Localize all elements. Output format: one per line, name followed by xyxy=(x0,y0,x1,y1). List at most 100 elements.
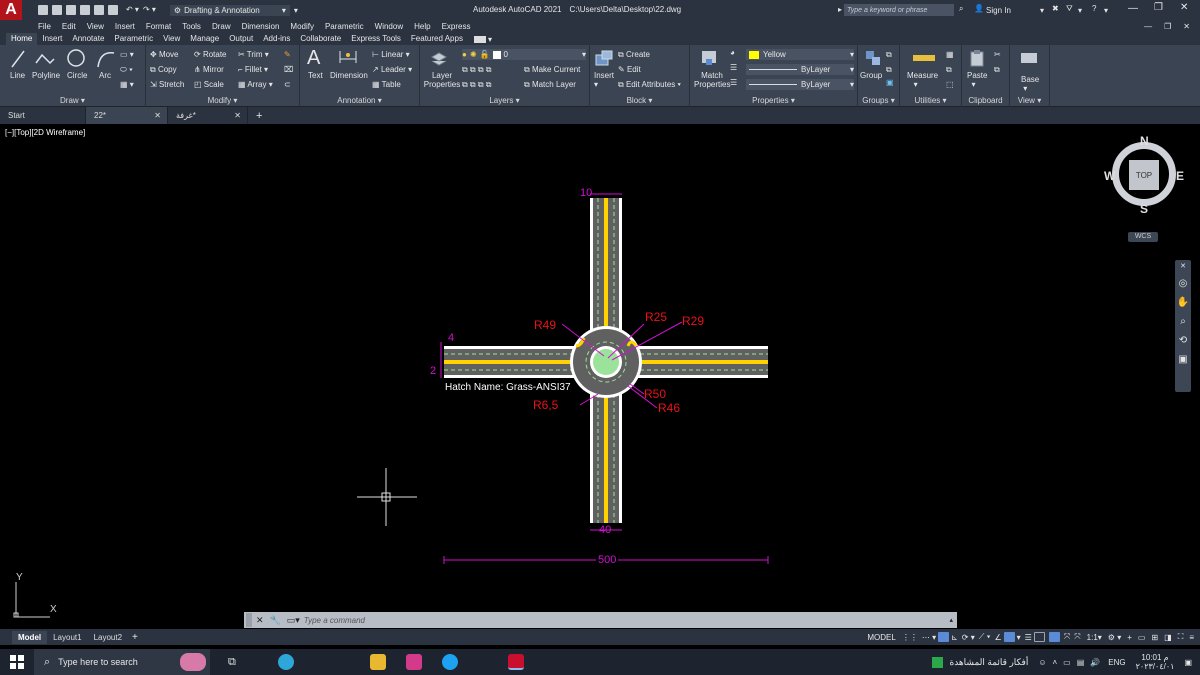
command-customize-icon[interactable]: 🔧 xyxy=(270,615,281,626)
ribbon-tab-output[interactable]: Output xyxy=(224,33,258,45)
boundary-icon[interactable]: ▦ ▾ xyxy=(120,80,134,89)
ribbon-tab-parametric[interactable]: Parametric xyxy=(109,33,158,45)
menu-item-window[interactable]: Window xyxy=(375,22,403,31)
annotation-scale-value[interactable]: 1:1 xyxy=(1087,633,1098,642)
ribbon-tab-add-ins[interactable]: Add-ins xyxy=(258,33,295,45)
tab-start[interactable]: Start xyxy=(0,107,86,124)
customization-icon[interactable]: ≡ xyxy=(1189,633,1194,642)
lineweight-toggle-icon[interactable]: ☰ xyxy=(1025,633,1032,642)
mirror-button[interactable]: ⋔ Mirror xyxy=(194,65,224,74)
hatch-icon[interactable]: ⬭ ▾ xyxy=(120,65,133,75)
linear-button[interactable]: ⊢ Linear ▾ xyxy=(372,50,410,59)
match-properties-icon[interactable] xyxy=(700,49,718,67)
tab-close-icon[interactable]: ✕ xyxy=(234,107,241,124)
tab-close-icon[interactable]: ✕ xyxy=(154,107,161,124)
chevron-down-icon[interactable]: ▾ xyxy=(1017,633,1021,642)
cut-icon[interactable]: ✂ xyxy=(994,50,1001,59)
color-dropdown[interactable]: Yellow ▾ xyxy=(746,49,854,60)
web-mobile-icon[interactable] xyxy=(94,5,104,15)
select-all-icon[interactable]: ⬚ xyxy=(946,80,954,89)
user-icon[interactable]: 👤 xyxy=(974,4,984,13)
lineweight-dropdown[interactable]: ByLayer ▾ xyxy=(746,64,854,75)
save-as-icon[interactable] xyxy=(80,5,90,15)
roundabout[interactable] xyxy=(570,326,642,398)
ribbon-tab-home[interactable]: Home xyxy=(6,33,38,45)
menu-item-help[interactable]: Help xyxy=(414,22,430,31)
ribbon-tab-express-tools[interactable]: Express Tools xyxy=(346,33,406,45)
network-icon[interactable]: ▤ xyxy=(1077,658,1085,667)
linetype-dropdown[interactable]: ByLayer ▾ xyxy=(746,79,854,90)
arc-icon[interactable] xyxy=(96,49,116,69)
match-properties-button[interactable]: Match Properties xyxy=(694,71,730,89)
command-line-grip[interactable] xyxy=(246,613,252,627)
dimension-10[interactable]: 10 xyxy=(580,187,592,199)
radius-label-r49[interactable]: R49 xyxy=(534,318,556,332)
menu-item-modify[interactable]: Modify xyxy=(290,22,314,31)
chevron-down-icon[interactable]: ▾ xyxy=(1040,6,1044,15)
polar-icon[interactable]: ⊾ xyxy=(951,633,958,642)
battery-icon[interactable]: ▭ xyxy=(1063,658,1071,667)
snap-icon[interactable]: ⋯ ▾ xyxy=(922,633,936,642)
ungroup-icon[interactable]: ⧉ xyxy=(886,50,892,60)
radius-label-r25[interactable]: R25 xyxy=(645,310,667,324)
open-file-icon[interactable] xyxy=(52,5,62,15)
undo-icon[interactable]: ↶ ▾ xyxy=(126,5,139,15)
group-edit-icon[interactable]: ⧉ xyxy=(886,65,892,75)
trim-button[interactable]: ✂ Trim ▾ xyxy=(238,50,269,59)
edge-icon[interactable] xyxy=(277,654,294,670)
dimension-4[interactable]: 4 xyxy=(448,332,454,344)
windows-start-icon[interactable] xyxy=(10,655,24,669)
workspace-dropdown[interactable]: ⚙ Drafting & Annotation ▾ xyxy=(169,4,290,16)
ribbon-tab-manage[interactable]: Manage xyxy=(185,33,224,45)
tab-layout2[interactable]: Layout2 xyxy=(88,633,128,642)
units-icon[interactable]: ▭ xyxy=(1138,633,1146,642)
make-current-button[interactable]: ⧉ Make Current xyxy=(524,65,580,75)
tab-drawing-22[interactable]: 22* ✕ xyxy=(86,107,168,124)
model-space-toggle[interactable]: MODEL xyxy=(867,633,895,642)
doc-minimize-icon[interactable]: — xyxy=(1144,22,1152,31)
measure-icon[interactable] xyxy=(912,51,936,65)
polar-tracking-icon[interactable]: ⟳ ▾ xyxy=(962,633,975,642)
utilities-panel-title[interactable]: Utilities ▾ xyxy=(900,96,961,105)
people-icon[interactable]: ☺ xyxy=(1038,658,1046,667)
layer-properties-icon[interactable] xyxy=(430,49,448,67)
leader-button[interactable]: ↗ Leader ▾ xyxy=(372,65,412,74)
circle-icon[interactable] xyxy=(66,48,86,68)
polyline-button[interactable]: Polyline xyxy=(32,71,60,80)
save-icon[interactable] xyxy=(66,5,76,15)
radius-label-r29[interactable]: R29 xyxy=(682,314,704,328)
auto-scale-icon[interactable]: ⤧ xyxy=(1064,632,1070,642)
tray-chevron-icon[interactable]: ˄ xyxy=(1053,658,1058,667)
array-button[interactable]: ▦ Array ▾ xyxy=(238,80,273,89)
offset-icon[interactable]: ⊂ xyxy=(284,80,291,89)
menu-item-view[interactable]: View xyxy=(87,22,104,31)
base-view-icon[interactable] xyxy=(1020,51,1038,65)
customize-qa-icon[interactable]: ▾ xyxy=(294,6,298,15)
view-panel-title[interactable]: View ▾ xyxy=(1010,96,1049,105)
close-icon[interactable]: ✕ xyxy=(1180,2,1188,13)
restore-icon[interactable]: ❐ xyxy=(1154,2,1163,13)
dimension-2[interactable]: 2 xyxy=(430,365,436,377)
insert-block-icon[interactable] xyxy=(594,49,614,67)
help-search-input[interactable]: Type a keyword or phrase xyxy=(844,4,954,16)
volume-icon[interactable]: 🔊 xyxy=(1090,658,1100,667)
radius-label-r46[interactable]: R46 xyxy=(658,401,680,415)
fullscreen-icon[interactable]: ⛶ xyxy=(1178,632,1184,642)
polyline-icon[interactable] xyxy=(34,49,56,69)
rectangle-icon[interactable]: ▭ ▾ xyxy=(120,50,134,59)
object-snap-tracking-icon[interactable]: ∠ xyxy=(994,633,1001,642)
annotation-monitor-icon[interactable]: + xyxy=(1127,633,1132,642)
menu-item-format[interactable]: Format xyxy=(146,22,171,31)
language-indicator[interactable]: ENG xyxy=(1108,658,1125,667)
layer-tools-row1[interactable]: ⧉ ⧉ ⧉ ⧉ xyxy=(462,65,492,75)
fillet-button[interactable]: ⌐ Fillet ▾ xyxy=(238,65,268,74)
id-point-icon[interactable]: ⧉ xyxy=(946,65,952,75)
file-explorer-icon[interactable] xyxy=(369,654,386,670)
redo-icon[interactable]: ↷ ▾ xyxy=(143,5,156,15)
search-icon[interactable]: ⌕ xyxy=(959,4,963,14)
dimension-500[interactable]: 500 xyxy=(596,554,619,566)
create-block-button[interactable]: ⧉ Create xyxy=(618,50,650,60)
ortho-icon[interactable] xyxy=(938,632,950,642)
grass-hatch[interactable] xyxy=(593,349,619,375)
dimension-button[interactable]: Dimension xyxy=(330,71,368,80)
